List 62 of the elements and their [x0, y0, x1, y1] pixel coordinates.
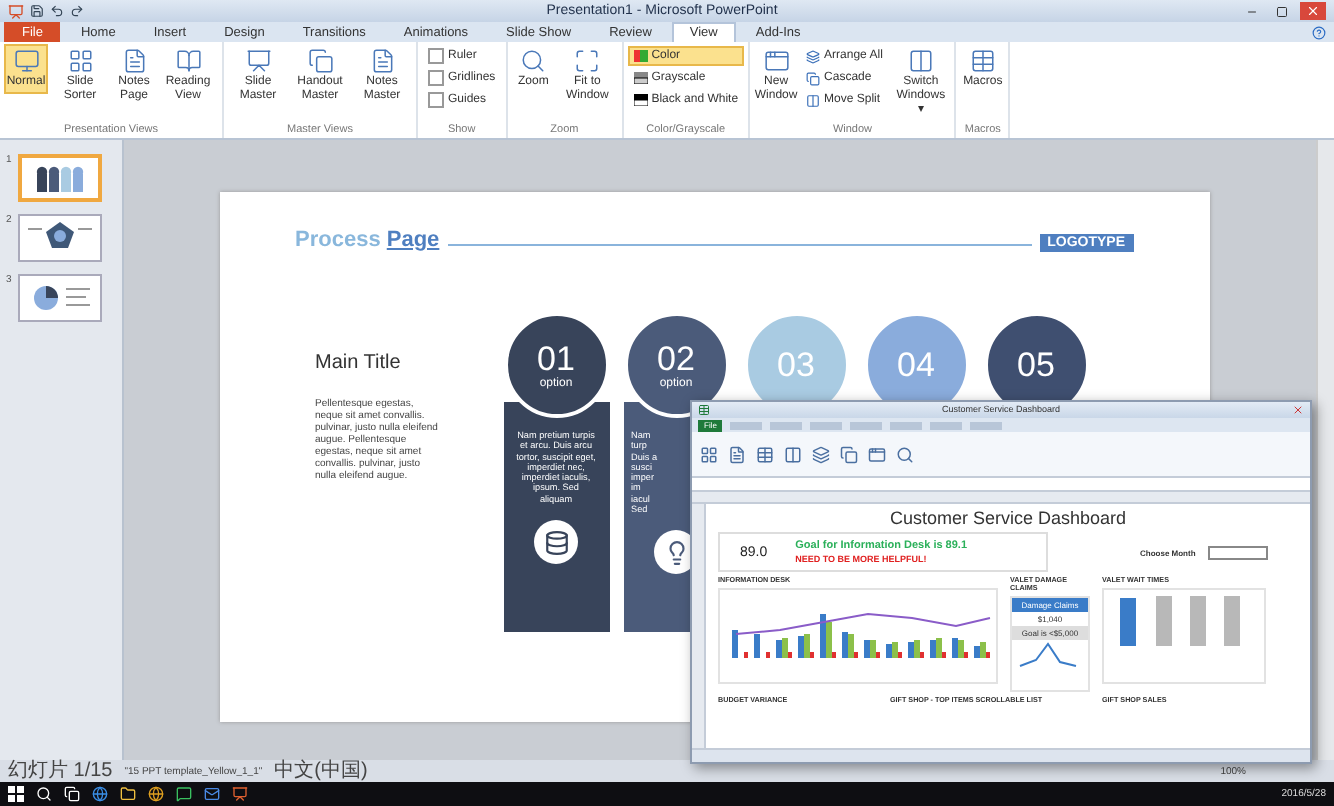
app-icon [8, 3, 24, 19]
redo-icon[interactable] [70, 4, 84, 18]
view-icon [969, 48, 996, 74]
view-icon [67, 48, 93, 74]
view-icon [175, 48, 201, 74]
view-icon [13, 48, 39, 74]
lightbulb-icon [663, 539, 689, 566]
slide-thumbnail[interactable] [18, 214, 102, 262]
step-number: 04 [897, 347, 935, 383]
folder-icon[interactable] [120, 786, 136, 802]
toolbar-icon[interactable] [840, 445, 858, 463]
main-title: Main Title [315, 352, 403, 374]
dashboard-title: Customer Service Dashboard [887, 508, 1129, 528]
window-icon [806, 93, 821, 107]
view-icon [907, 48, 934, 74]
toolbar-icon[interactable] [756, 445, 774, 463]
browser-icon[interactable] [148, 786, 164, 802]
slide-thumbnail[interactable] [18, 154, 102, 202]
mail-icon[interactable] [204, 786, 220, 802]
spreadsheet-icon [698, 404, 710, 416]
view-icon [763, 48, 790, 74]
step-number: 03 [777, 347, 815, 383]
view-icon [307, 48, 333, 74]
close-icon[interactable] [1292, 404, 1304, 416]
window-icon [806, 71, 821, 85]
toolbar-icon[interactable] [896, 445, 914, 463]
language: 中文(中国) [274, 760, 368, 782]
month-select[interactable] [1207, 545, 1268, 559]
view-icon [245, 48, 271, 74]
slide-heading: Process Page [295, 228, 440, 252]
database-icon [543, 529, 569, 556]
task-view-icon[interactable] [64, 786, 80, 802]
toolbar-icon[interactable] [868, 445, 886, 463]
step-number: 01 [537, 341, 575, 377]
undo-icon[interactable] [50, 4, 64, 18]
view-icon [121, 48, 147, 74]
toolbar-icon[interactable] [728, 445, 746, 463]
step-number: 05 [1017, 347, 1055, 383]
presentation-icon[interactable] [232, 786, 248, 802]
toolbar-icon[interactable] [700, 445, 718, 463]
window-icon [806, 49, 821, 63]
slide-count: 幻灯片 1/15 [8, 760, 113, 782]
toolbar-icon[interactable] [812, 445, 830, 463]
help-icon[interactable] [1312, 26, 1326, 40]
swatch-icon [633, 50, 648, 62]
minimize-icon [1246, 5, 1258, 17]
close-icon [1306, 4, 1320, 18]
swatch-icon [633, 72, 648, 84]
chat-icon[interactable] [176, 786, 192, 802]
view-icon [369, 48, 395, 74]
swatch-icon [633, 94, 648, 106]
toolbar-icon[interactable] [784, 445, 802, 463]
start-icon[interactable] [8, 786, 24, 802]
step-number: 02 [657, 341, 695, 377]
view-icon [520, 48, 547, 74]
search-icon[interactable] [36, 786, 52, 802]
view-icon [574, 48, 601, 74]
browser-icon[interactable] [92, 786, 108, 802]
maximize-icon [1276, 5, 1288, 17]
close-button[interactable] [1300, 2, 1326, 20]
slide-thumbnail[interactable] [18, 274, 102, 322]
save-icon[interactable] [30, 4, 44, 18]
